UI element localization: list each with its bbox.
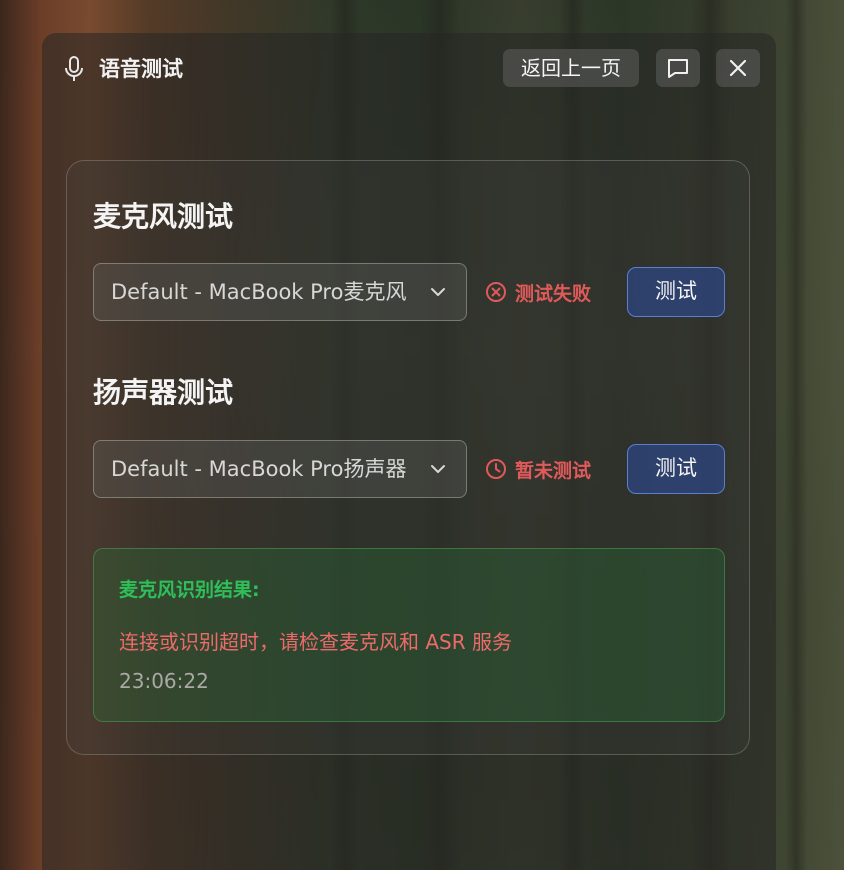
clock-icon — [486, 459, 506, 479]
microphone-select[interactable]: Default - MacBook Pro麦克风 — [93, 263, 467, 321]
x-circle-icon — [486, 282, 506, 302]
panel-header: 语音测试 返回上一页 — [42, 33, 776, 103]
result-timestamp: 23:06:22 — [119, 669, 209, 693]
microphone-section-title: 麦克风测试 — [93, 200, 234, 233]
microphone-icon — [65, 56, 83, 81]
result-title: 麦克风识别结果: — [119, 579, 260, 601]
speaker-section-title: 扬声器测试 — [93, 376, 234, 409]
speaker-select[interactable]: Default - MacBook Pro扬声器 — [93, 440, 467, 498]
speaker-status: 暂未测试 — [485, 454, 591, 484]
chevron-down-icon — [431, 288, 445, 296]
speaker-select-value: Default - MacBook Pro扬声器 — [111, 457, 407, 481]
speaker-status-text: 暂未测试 — [515, 459, 592, 482]
result-message: 连接或识别超时，请检查麦克风和 ASR 服务 — [119, 630, 512, 654]
message-icon — [668, 59, 688, 78]
recognition-result-box: 麦克风识别结果: 连接或识别超时，请检查麦克风和 ASR 服务 23:06:22 — [93, 548, 725, 722]
chevron-down-icon — [431, 465, 445, 473]
back-button[interactable]: 返回上一页 — [503, 49, 639, 87]
microphone-select-value: Default - MacBook Pro麦克风 — [111, 280, 407, 304]
page-title: 语音测试 — [99, 57, 183, 81]
microphone-status: 测试失败 — [485, 277, 591, 307]
message-button[interactable] — [656, 49, 700, 87]
microphone-status-text: 测试失败 — [515, 282, 592, 305]
test-card: 麦克风测试 Default - MacBook Pro麦克风 测试失败 测试 扬… — [66, 160, 750, 755]
speaker-test-button[interactable]: 测试 — [627, 444, 725, 494]
close-icon — [729, 59, 747, 77]
close-button[interactable] — [716, 49, 760, 87]
voice-test-panel: 语音测试 返回上一页 麦克风测试 Default - MacBook Pro麦克… — [42, 33, 776, 870]
microphone-test-button[interactable]: 测试 — [627, 267, 725, 317]
background-trunk — [785, 0, 807, 870]
